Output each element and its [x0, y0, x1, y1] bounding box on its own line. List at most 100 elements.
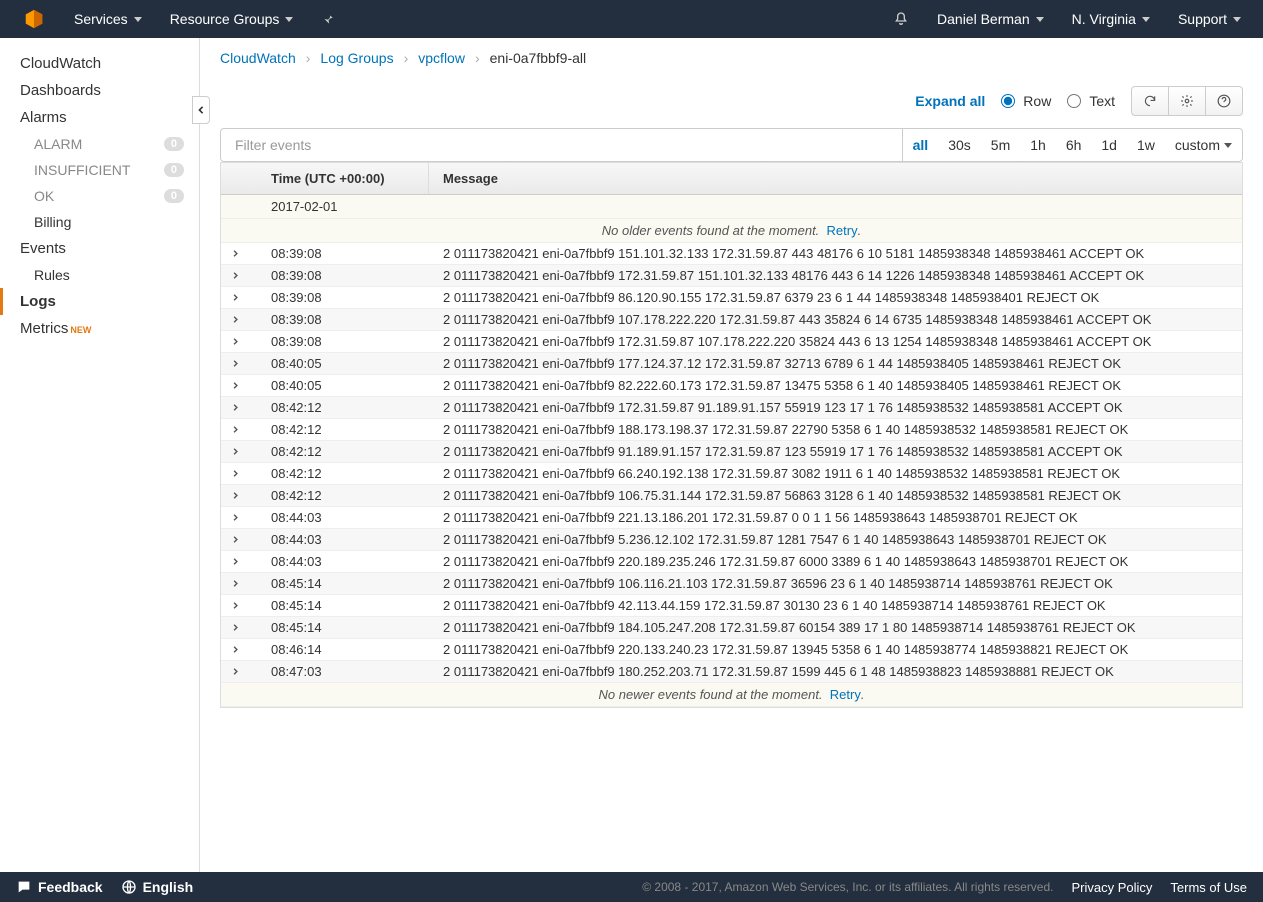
- caret-down-icon: [134, 17, 142, 22]
- pin-icon: [321, 12, 335, 26]
- sidebar-item-cloudwatch[interactable]: CloudWatch: [0, 50, 199, 77]
- aws-logo[interactable]: [10, 0, 58, 38]
- log-row[interactable]: 08:39:082 011173820421 eni-0a7fbbf9 151.…: [221, 243, 1242, 265]
- breadcrumb-link[interactable]: vpcflow: [418, 50, 465, 66]
- sidebar-item-metrics[interactable]: MetricsNEW: [0, 315, 199, 342]
- sidebar-item-billing[interactable]: Billing: [0, 209, 199, 235]
- help-button[interactable]: [1205, 86, 1243, 116]
- log-time: 08:40:05: [249, 375, 429, 396]
- breadcrumb: CloudWatch › Log Groups › vpcflow › eni-…: [220, 50, 1243, 66]
- refresh-button[interactable]: [1131, 86, 1169, 116]
- expand-row-button[interactable]: [221, 463, 249, 484]
- expand-row-button[interactable]: [221, 573, 249, 594]
- expand-row-button[interactable]: [221, 661, 249, 682]
- log-row[interactable]: 08:45:142 011173820421 eni-0a7fbbf9 184.…: [221, 617, 1242, 639]
- sidebar-item-alarms[interactable]: Alarms: [0, 104, 199, 131]
- log-row[interactable]: 08:40:052 011173820421 eni-0a7fbbf9 177.…: [221, 353, 1242, 375]
- expand-row-button[interactable]: [221, 309, 249, 330]
- sidebar-item-insufficient[interactable]: INSUFFICIENT0: [0, 157, 199, 183]
- expand-row-button[interactable]: [221, 287, 249, 308]
- expand-row-button[interactable]: [221, 507, 249, 528]
- log-row[interactable]: 08:39:082 011173820421 eni-0a7fbbf9 86.1…: [221, 287, 1242, 309]
- privacy-link[interactable]: Privacy Policy: [1072, 880, 1153, 895]
- expand-row-button[interactable]: [221, 529, 249, 550]
- radio-row[interactable]: [1001, 94, 1015, 108]
- time-range-filters: all30s5m1h6h1d1wcustom: [903, 128, 1243, 162]
- time-filter-30s[interactable]: 30s: [938, 129, 981, 161]
- nav-services[interactable]: Services: [62, 0, 154, 38]
- sidebar-item-ok[interactable]: OK0: [0, 183, 199, 209]
- log-row[interactable]: 08:42:122 011173820421 eni-0a7fbbf9 172.…: [221, 397, 1242, 419]
- retry-link[interactable]: Retry: [830, 687, 861, 702]
- log-time: 08:42:12: [249, 419, 429, 440]
- breadcrumb-link[interactable]: CloudWatch: [220, 50, 296, 66]
- expand-row-button[interactable]: [221, 243, 249, 264]
- time-filter-5m[interactable]: 5m: [981, 129, 1020, 161]
- sidebar-item-label: Events: [20, 240, 66, 257]
- column-time[interactable]: Time (UTC +00:00): [249, 163, 429, 194]
- expand-row-button[interactable]: [221, 617, 249, 638]
- expand-row-button[interactable]: [221, 551, 249, 572]
- log-row[interactable]: 08:45:142 011173820421 eni-0a7fbbf9 42.1…: [221, 595, 1242, 617]
- log-row[interactable]: 08:42:122 011173820421 eni-0a7fbbf9 66.2…: [221, 463, 1242, 485]
- time-filter-1d[interactable]: 1d: [1091, 129, 1127, 161]
- log-row[interactable]: 08:46:142 011173820421 eni-0a7fbbf9 220.…: [221, 639, 1242, 661]
- log-row[interactable]: 08:39:082 011173820421 eni-0a7fbbf9 172.…: [221, 265, 1242, 287]
- breadcrumb-link[interactable]: Log Groups: [320, 50, 393, 66]
- expand-row-button[interactable]: [221, 397, 249, 418]
- nav-support[interactable]: Support: [1166, 0, 1253, 38]
- filter-events-input[interactable]: [220, 128, 903, 162]
- sidebar-item-dashboards[interactable]: Dashboards: [0, 77, 199, 104]
- count-badge: 0: [164, 189, 184, 203]
- radio-text[interactable]: [1067, 94, 1081, 108]
- feedback-button[interactable]: Feedback: [16, 879, 103, 895]
- terms-link[interactable]: Terms of Use: [1170, 880, 1247, 895]
- expand-row-button[interactable]: [221, 375, 249, 396]
- log-row[interactable]: 08:39:082 011173820421 eni-0a7fbbf9 107.…: [221, 309, 1242, 331]
- sidebar-item-rules[interactable]: Rules: [0, 262, 199, 288]
- view-text-option[interactable]: Text: [1067, 93, 1115, 109]
- expand-row-button[interactable]: [221, 485, 249, 506]
- expand-row-button[interactable]: [221, 331, 249, 352]
- expand-row-button[interactable]: [221, 595, 249, 616]
- time-filter-all[interactable]: all: [903, 129, 939, 161]
- view-row-option[interactable]: Row: [1001, 93, 1051, 109]
- sidebar: CloudWatchDashboardsAlarmsALARM0INSUFFIC…: [0, 38, 200, 872]
- time-filter-6h[interactable]: 6h: [1056, 129, 1092, 161]
- log-row[interactable]: 08:45:142 011173820421 eni-0a7fbbf9 106.…: [221, 573, 1242, 595]
- nav-user[interactable]: Daniel Berman: [925, 0, 1056, 38]
- log-row[interactable]: 08:42:122 011173820421 eni-0a7fbbf9 188.…: [221, 419, 1242, 441]
- nav-region-label: N. Virginia: [1072, 11, 1136, 27]
- time-filter-1w[interactable]: 1w: [1127, 129, 1165, 161]
- log-row[interactable]: 08:47:032 011173820421 eni-0a7fbbf9 180.…: [221, 661, 1242, 683]
- sidebar-item-alarm[interactable]: ALARM0: [0, 131, 199, 157]
- expand-row-button[interactable]: [221, 265, 249, 286]
- time-filter-1h[interactable]: 1h: [1020, 129, 1056, 161]
- log-row[interactable]: 08:42:122 011173820421 eni-0a7fbbf9 106.…: [221, 485, 1242, 507]
- expand-row-button[interactable]: [221, 353, 249, 374]
- sidebar-item-events[interactable]: Events: [0, 235, 199, 262]
- column-message[interactable]: Message: [429, 163, 1242, 194]
- log-row[interactable]: 08:42:122 011173820421 eni-0a7fbbf9 91.1…: [221, 441, 1242, 463]
- log-row[interactable]: 08:44:032 011173820421 eni-0a7fbbf9 220.…: [221, 551, 1242, 573]
- expand-row-button[interactable]: [221, 419, 249, 440]
- nav-resource-groups[interactable]: Resource Groups: [158, 0, 306, 38]
- log-row[interactable]: 08:39:082 011173820421 eni-0a7fbbf9 172.…: [221, 331, 1242, 353]
- nav-pin[interactable]: [309, 0, 347, 38]
- sidebar-item-logs[interactable]: Logs: [0, 288, 199, 315]
- expand-all-button[interactable]: Expand all: [915, 93, 985, 109]
- log-row[interactable]: 08:44:032 011173820421 eni-0a7fbbf9 5.23…: [221, 529, 1242, 551]
- log-row[interactable]: 08:44:032 011173820421 eni-0a7fbbf9 221.…: [221, 507, 1242, 529]
- log-message: 2 011173820421 eni-0a7fbbf9 106.116.21.1…: [429, 573, 1242, 594]
- settings-button[interactable]: [1168, 86, 1206, 116]
- sidebar-item-label: Billing: [34, 214, 71, 230]
- expand-row-button[interactable]: [221, 639, 249, 660]
- log-row[interactable]: 08:40:052 011173820421 eni-0a7fbbf9 82.2…: [221, 375, 1242, 397]
- language-button[interactable]: English: [121, 879, 194, 895]
- sidebar-collapse-button[interactable]: [192, 96, 210, 124]
- retry-link[interactable]: Retry: [827, 223, 858, 238]
- time-filter-custom[interactable]: custom: [1165, 129, 1242, 161]
- nav-region[interactable]: N. Virginia: [1060, 0, 1162, 38]
- expand-row-button[interactable]: [221, 441, 249, 462]
- nav-notifications[interactable]: [881, 0, 921, 38]
